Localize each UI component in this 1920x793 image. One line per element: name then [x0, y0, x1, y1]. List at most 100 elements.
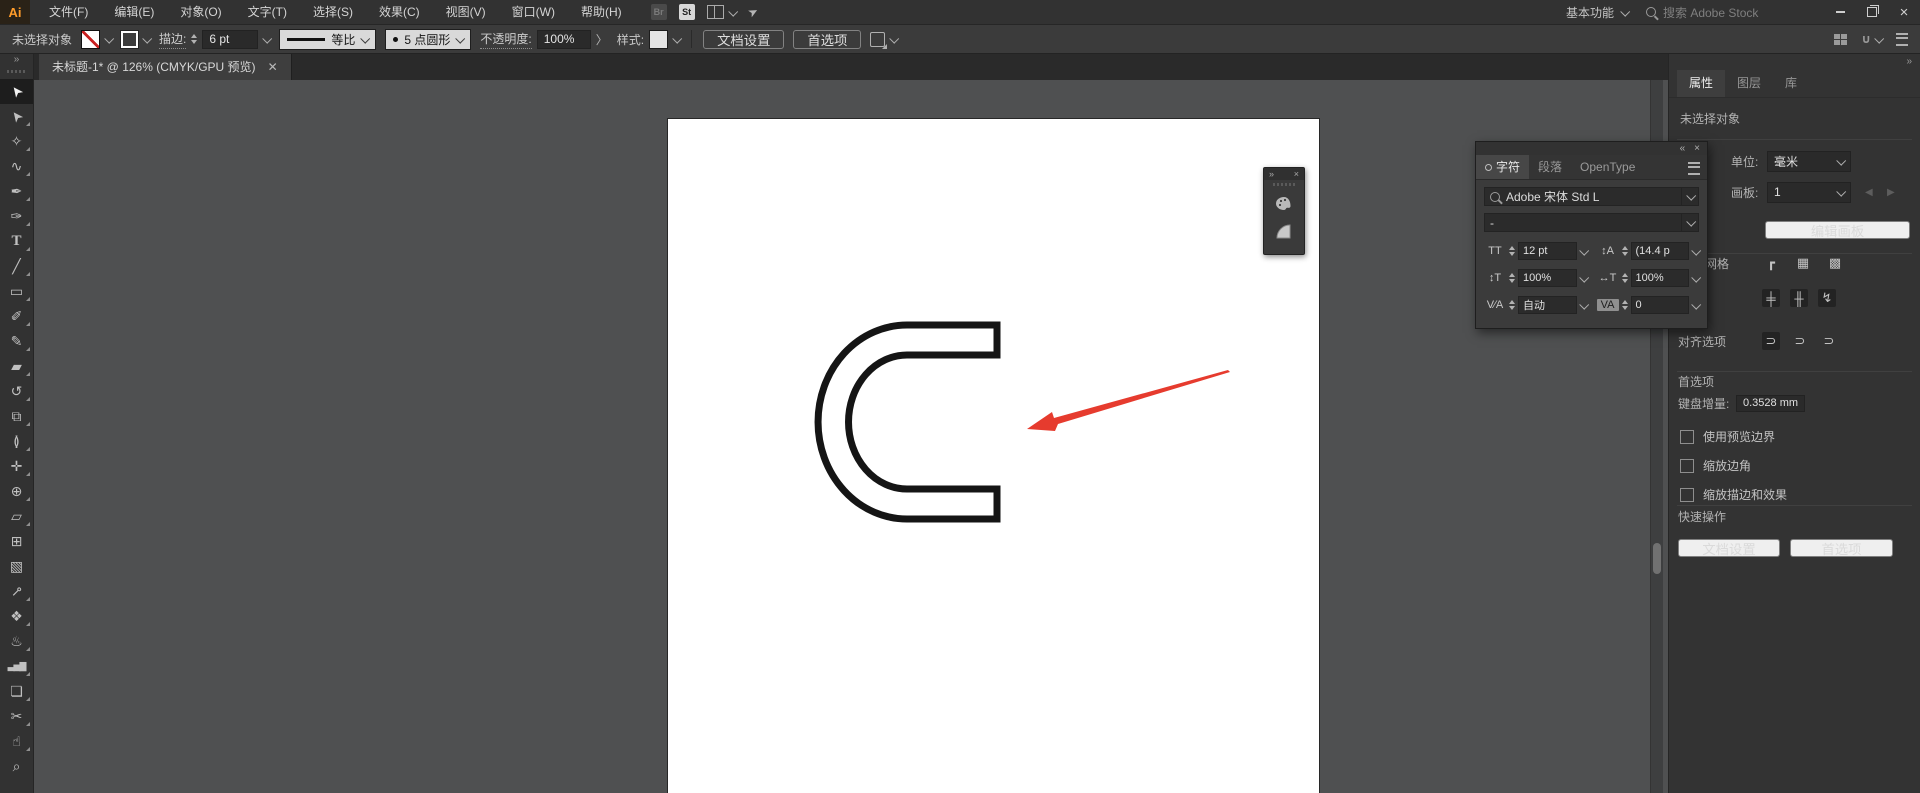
ruler-icon[interactable]: ┏: [1762, 254, 1780, 272]
menu-type[interactable]: 文字(T): [235, 0, 300, 24]
checkbox[interactable]: [1680, 458, 1694, 473]
free-transform-tool[interactable]: ✛: [0, 454, 33, 479]
stroke-color-control[interactable]: [120, 29, 153, 49]
font-size-control[interactable]: TT 12 pt: [1484, 242, 1589, 260]
paintbrush-tool[interactable]: ✐: [0, 304, 33, 329]
arc-shape-button[interactable]: [1268, 217, 1300, 245]
pen-tool[interactable]: ✒: [0, 179, 33, 204]
scale-tool[interactable]: ⧉: [0, 404, 33, 429]
opacity-label[interactable]: 不透明度:: [480, 30, 532, 49]
stepper[interactable]: [1509, 246, 1515, 256]
arrange-documents-icon[interactable]: [1834, 33, 1848, 45]
keyboard-increment-field[interactable]: 0.3528 mm: [1736, 394, 1806, 412]
stepper[interactable]: [1621, 300, 1628, 310]
rotate-tool[interactable]: ↺: [0, 379, 33, 404]
menu-window[interactable]: 窗口(W): [499, 0, 568, 24]
transparency-grid-icon[interactable]: ▩: [1826, 254, 1844, 272]
type-tool[interactable]: T: [0, 229, 33, 254]
canvas-area[interactable]: » ×: [34, 80, 1669, 793]
artboard-select[interactable]: 1: [1767, 181, 1851, 203]
slice-tool[interactable]: ✂: [0, 704, 33, 729]
panel-grip[interactable]: [1273, 183, 1295, 186]
zoom-tool[interactable]: ⌕: [0, 754, 33, 779]
align-point-magnet-icon[interactable]: ⊃: [1820, 332, 1838, 350]
preference-checkbox-row[interactable]: 缩放边角: [1680, 457, 1787, 474]
menu-object[interactable]: 对象(O): [167, 0, 234, 24]
quick-preferences-button[interactable]: 首选项: [1790, 539, 1893, 557]
leading-value[interactable]: (14.4 p: [1630, 242, 1689, 260]
perspective-grid-tool[interactable]: ▱: [0, 504, 33, 529]
align-grid-magnet-icon[interactable]: ⊃: [1762, 332, 1780, 350]
palette-tool-button[interactable]: [1268, 189, 1300, 217]
stroke-weight-field[interactable]: 6 pt: [202, 29, 259, 49]
tab-layers[interactable]: 图层: [1725, 70, 1773, 97]
character-panel[interactable]: « × 字符 段落 OpenType Adobe 宋体 Std L - TT 1…: [1475, 141, 1708, 329]
kerning-value[interactable]: 自动: [1518, 296, 1577, 314]
font-family-field[interactable]: Adobe 宋体 Std L: [1484, 187, 1699, 206]
floating-tool-panel[interactable]: » ×: [1263, 167, 1305, 255]
tab-opentype[interactable]: OpenType: [1571, 155, 1644, 179]
menu-file[interactable]: 文件(F): [36, 0, 101, 24]
panel-collapse-icon[interactable]: »: [1269, 169, 1274, 179]
leading-control[interactable]: ↕A (14.4 p: [1597, 242, 1702, 260]
font-size-value[interactable]: 12 pt: [1518, 242, 1577, 260]
preference-checkbox-row[interactable]: 使用预览边界: [1680, 428, 1787, 445]
mesh-tool[interactable]: ⊞: [0, 529, 33, 554]
close-button[interactable]: ×: [1888, 0, 1920, 24]
transform-widget-control[interactable]: [870, 31, 900, 49]
rectangle-tool[interactable]: ▭: [0, 279, 33, 304]
preference-checkbox-row[interactable]: 缩放描边和效果: [1680, 486, 1787, 503]
grid-icon[interactable]: ▦: [1794, 254, 1812, 272]
vertical-scale-value[interactable]: 100%: [1518, 269, 1577, 287]
artboard[interactable]: [668, 119, 1319, 793]
opacity-expand-arrow[interactable]: 〉: [596, 31, 608, 48]
eyedropper-tool[interactable]: ⊸: [0, 579, 33, 604]
column-graph-tool[interactable]: ▃▅▇: [0, 654, 33, 679]
scrollbar-thumb[interactable]: [1653, 543, 1661, 574]
panel-menu-icon[interactable]: [1896, 32, 1908, 46]
tab-paragraph[interactable]: 段落: [1529, 155, 1571, 179]
share-icon[interactable]: ➤: [745, 3, 760, 20]
menu-edit[interactable]: 编辑(E): [101, 0, 167, 24]
artboard-tool[interactable]: ❏: [0, 679, 33, 704]
stepper[interactable]: [1621, 273, 1628, 283]
minimize-button[interactable]: [1824, 0, 1856, 24]
preferences-button[interactable]: 首选项: [793, 29, 862, 49]
shape-builder-tool[interactable]: ⊕: [0, 479, 33, 504]
width-tool[interactable]: ≬: [0, 429, 33, 454]
curvature-tool[interactable]: ✑: [0, 204, 33, 229]
restore-button[interactable]: [1856, 0, 1888, 24]
menu-help[interactable]: 帮助(H): [568, 0, 635, 24]
vertical-scale-control[interactable]: ↕T 100%: [1484, 269, 1589, 287]
stepper[interactable]: [1509, 300, 1515, 310]
gradient-tool[interactable]: ▧: [0, 554, 33, 579]
next-artboard-icon[interactable]: ▶: [1887, 187, 1895, 198]
snap-pixel-icon[interactable]: ╫: [1790, 289, 1808, 307]
eraser-tool[interactable]: ▰: [0, 354, 33, 379]
document-setup-button[interactable]: 文档设置: [703, 29, 785, 49]
snap-options-control[interactable]: ∪: [1861, 32, 1885, 46]
selection-tool[interactable]: ➤: [0, 79, 33, 104]
line-segment-tool[interactable]: ╱: [0, 254, 33, 279]
stroke-weight-stepper[interactable]: [191, 34, 198, 44]
menu-select[interactable]: 选择(S): [300, 0, 366, 24]
magic-wand-tool[interactable]: ✧: [0, 129, 33, 154]
tab-character[interactable]: 字符: [1476, 155, 1530, 179]
unit-select[interactable]: 毫米: [1767, 150, 1851, 172]
close-icon[interactable]: ×: [1694, 143, 1700, 154]
blend-tool[interactable]: ❖: [0, 604, 33, 629]
stepper[interactable]: [1621, 246, 1628, 256]
bridge-icon[interactable]: Br: [650, 4, 667, 20]
stepper[interactable]: [1509, 273, 1515, 283]
kerning-control[interactable]: V∕A 自动: [1484, 296, 1589, 314]
horizontal-scale-value[interactable]: 100%: [1630, 269, 1689, 287]
arrange-documents-button[interactable]: [706, 5, 738, 19]
snap-grid-icon[interactable]: ╪: [1762, 289, 1780, 307]
tab-libraries[interactable]: 库: [1773, 70, 1809, 97]
stroke-weight-label[interactable]: 描边:: [159, 30, 187, 49]
lasso-tool[interactable]: ∿: [0, 154, 33, 179]
hand-tool[interactable]: ☝: [0, 729, 33, 754]
direct-selection-tool[interactable]: ➤: [0, 104, 33, 129]
checkbox[interactable]: [1680, 429, 1694, 444]
tracking-control[interactable]: VA 0: [1596, 296, 1702, 314]
